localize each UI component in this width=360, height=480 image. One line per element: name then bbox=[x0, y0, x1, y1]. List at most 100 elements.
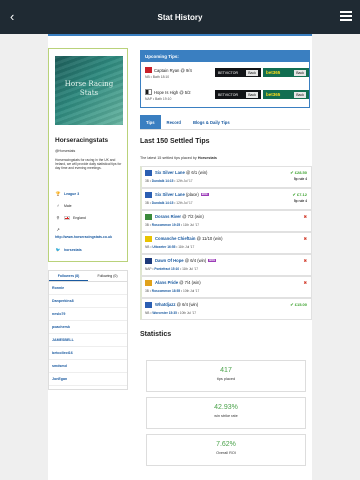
profile-image: Horse Racing Stats bbox=[55, 56, 123, 125]
jockey-silks-icon bbox=[145, 236, 152, 242]
tip-course: Roscommon 19:25 bbox=[151, 223, 181, 227]
tab-record[interactable]: Record bbox=[161, 115, 187, 129]
jockey-silks-icon bbox=[145, 214, 152, 220]
jockey-silks-icon bbox=[145, 192, 152, 198]
profile-bio: Horseracingstats for racing in the UK an… bbox=[55, 158, 122, 171]
upcoming-tip-meeting: NB • Bath 18:10 bbox=[145, 75, 170, 79]
tip-meeting: NB • Uttoxeter 16:55 • 11th Jul '17 bbox=[145, 245, 194, 249]
settled-tip-row[interactable]: Six Silver Lane @ 6/1 (win) 3B • Dundalk … bbox=[140, 166, 312, 188]
settled-tips-title: Last 150 Settled Tips bbox=[140, 138, 210, 145]
tip-horse[interactable]: Dawn Of Hope @ 6/4 (win) BOG bbox=[155, 258, 217, 263]
map-pin-icon: ⚲ bbox=[56, 215, 60, 220]
tip-date: • 11th Jul '17 bbox=[180, 223, 199, 227]
league-link[interactable]: League 3 bbox=[64, 192, 79, 196]
tip-course: Roscommon 18:55 bbox=[151, 289, 181, 293]
tab-followers[interactable]: Followers (8) bbox=[49, 271, 88, 281]
twitter-link[interactable]: horsestats bbox=[64, 248, 82, 252]
follower-item[interactable]: smdsmd bbox=[49, 360, 127, 373]
tip-horse-name: Six Silver Lane bbox=[155, 170, 185, 175]
top-bar: ‹ Stat History bbox=[0, 0, 360, 34]
tip-horse[interactable]: Dorans River @ 7/2 (win) bbox=[155, 214, 204, 219]
tip-type: 3B • bbox=[145, 223, 152, 227]
tip-rule: 5p rule 4 bbox=[293, 199, 307, 203]
settled-tip-row[interactable]: Comanche Chieftain @ 11/10 (win) NB • Utt… bbox=[140, 232, 312, 254]
settled-tip-row[interactable]: Whatdjazz @ 6/4 (win) NB • Worcester 15:3… bbox=[140, 298, 312, 320]
betvictor-logo: BETVICTOR bbox=[218, 70, 238, 75]
tip-result: ✔ £15.00 bbox=[290, 302, 307, 307]
back-button[interactable]: Back bbox=[246, 91, 258, 98]
tip-odds: @ 6/4 (win) bbox=[184, 258, 207, 263]
tip-horse[interactable]: Six Silver Lane (place) BOG bbox=[155, 192, 209, 197]
tip-horse[interactable]: Alans Pride @ 7/4 (win) bbox=[155, 280, 201, 285]
settled-tip-row[interactable]: Alans Pride @ 7/4 (win) 3B • Roscommon 18… bbox=[140, 276, 312, 298]
tip-horse[interactable]: Whatdjazz @ 6/4 (win) bbox=[155, 302, 198, 307]
tip-horse-name: Whatdjazz bbox=[155, 302, 176, 307]
tip-result: ✖ bbox=[303, 236, 307, 241]
follower-item[interactable]: neslo79 bbox=[49, 308, 127, 321]
tip-result: ✖ bbox=[303, 280, 307, 285]
settled-tip-row[interactable]: Dorans River @ 7/2 (win) 3B • Roscommon 1… bbox=[140, 210, 312, 232]
upcoming-tip-horse[interactable]: Captain Ryan @ 9/4 bbox=[154, 68, 192, 73]
tip-date: • 12th Jul '17 bbox=[173, 201, 193, 205]
stat-card-roi: 7.62% Overall ROI bbox=[146, 434, 306, 466]
league-row: 🏆 League 3 bbox=[55, 191, 80, 196]
tip-horse[interactable]: Comanche Chieftain @ 11/10 (win) bbox=[155, 236, 223, 241]
tip-horse-name: Six Silver Lane bbox=[155, 192, 185, 197]
back-button[interactable]: Back bbox=[246, 69, 258, 76]
tip-meeting: 3B • Roscommon 19:25 • 11th Jul '17 bbox=[145, 223, 199, 227]
stat-value: 42.93% bbox=[214, 404, 238, 411]
bet365-button[interactable]: bet365 Back bbox=[263, 90, 309, 99]
upcoming-tip-horse[interactable]: Hope Is High @ 5/2 bbox=[154, 90, 191, 95]
tip-result: ✖ bbox=[303, 258, 307, 263]
website-row: ↗ bbox=[55, 227, 61, 232]
stat-card-tips-placed: 417 tips placed bbox=[146, 360, 306, 392]
tip-result: ✔ £7.12 bbox=[292, 192, 307, 197]
tip-course: Worcester 15:35 bbox=[152, 311, 177, 315]
tip-meeting: 3B • Dundalk 14:15 • 12th Jul '17 bbox=[145, 201, 193, 205]
jockey-silks-icon bbox=[145, 280, 152, 286]
follower-item[interactable]: poachersk bbox=[49, 321, 127, 334]
bet365-button[interactable]: bet365 Back bbox=[263, 68, 309, 77]
back-arrow-icon[interactable]: ‹ bbox=[10, 9, 14, 24]
tip-type: 3B • bbox=[145, 179, 152, 183]
back-button[interactable]: Back bbox=[294, 91, 306, 98]
hamburger-menu-icon[interactable] bbox=[340, 11, 352, 21]
follower-item[interactable]: JAMESBELL bbox=[49, 334, 127, 347]
follower-item[interactable]: betcollect16 bbox=[49, 347, 127, 360]
upcoming-tip-row: Captain Ryan @ 9/4 NB • Bath 18:10 BETVI… bbox=[145, 65, 309, 83]
settled-tips-list[interactable]: Six Silver Lane @ 6/1 (win) 3B • Dundalk … bbox=[140, 166, 312, 324]
statistics-title: Statistics bbox=[140, 331, 172, 338]
tip-odds: @ 7/2 (win) bbox=[182, 214, 204, 219]
jockey-silks-icon bbox=[145, 258, 152, 264]
follower-item[interactable]: Danperkins8 bbox=[49, 295, 127, 308]
subtitle-prefix: The latest 15 settled tips placed by bbox=[140, 156, 198, 160]
tip-odds: @ 11/10 (win) bbox=[196, 236, 223, 241]
stat-label: Overall ROI bbox=[216, 451, 236, 455]
tab-tips[interactable]: Tips bbox=[140, 115, 161, 129]
tip-rule: 5p rule 4 bbox=[293, 177, 307, 181]
subtitle-user: Horsestats bbox=[197, 156, 217, 160]
tip-type: 3B • bbox=[145, 289, 152, 293]
back-button[interactable]: Back bbox=[294, 69, 306, 76]
settled-tip-row[interactable]: Six Silver Lane (place) BOG 3B • Dundalk 1… bbox=[140, 188, 312, 210]
england-flag-icon bbox=[64, 215, 70, 220]
tab-following[interactable]: Following (0) bbox=[88, 271, 127, 281]
follower-item[interactable]: JonEgan bbox=[49, 373, 127, 386]
tab-blogs-daily-tips[interactable]: Blogs & Daily Tips bbox=[187, 115, 236, 129]
profile-handle: @Horsestats bbox=[55, 149, 76, 153]
website-link[interactable]: http://www.horseracingstats.co.uk bbox=[55, 235, 112, 239]
tip-course: Pontefract 15:10 bbox=[154, 267, 180, 271]
tip-course: Dundalk 14:15 bbox=[151, 201, 174, 205]
tip-odds: @ 7/4 (win) bbox=[179, 280, 201, 285]
accent-divider bbox=[48, 34, 312, 36]
betvictor-button[interactable]: BETVICTOR Back bbox=[215, 90, 261, 99]
tip-date: • 10th Jul '17 bbox=[180, 289, 200, 293]
tip-horse[interactable]: Six Silver Lane @ 6/1 (win) bbox=[155, 170, 207, 175]
tip-odds: @ 6/4 (win) bbox=[176, 302, 199, 307]
country-value: England bbox=[73, 215, 86, 220]
stat-card-strike-rate: 42.93% win strike rate bbox=[146, 397, 306, 429]
settled-tip-row[interactable]: Dawn Of Hope @ 6/4 (win) BOG NAP • Pontefr… bbox=[140, 254, 312, 276]
betvictor-button[interactable]: BETVICTOR Back bbox=[215, 68, 261, 77]
follower-item[interactable]: Ronnie bbox=[49, 282, 127, 295]
twitter-icon: 🐦 bbox=[55, 247, 61, 252]
